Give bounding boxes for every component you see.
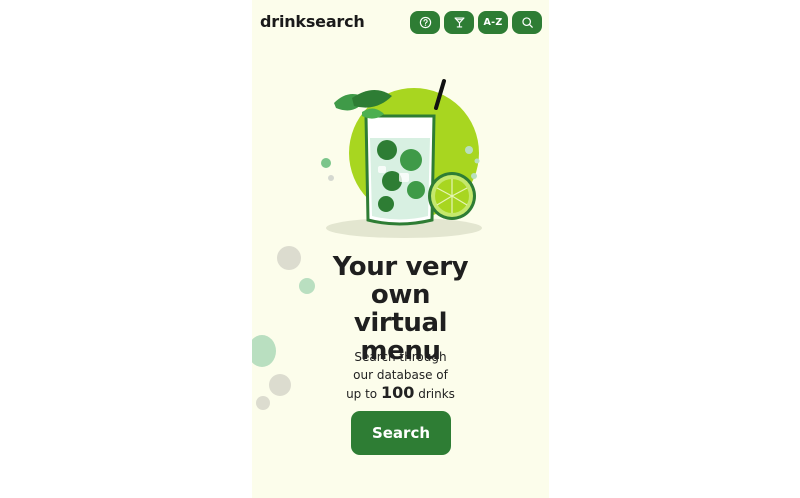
search-icon bbox=[521, 17, 533, 28]
cocktail-button[interactable] bbox=[444, 11, 474, 34]
count-prefix: up to bbox=[346, 387, 378, 401]
mojito-illustration bbox=[321, 79, 482, 238]
cocktail-glass-icon bbox=[453, 17, 465, 28]
drink-count: 100 bbox=[380, 383, 415, 402]
help-button[interactable] bbox=[410, 11, 440, 34]
search-nav-button[interactable] bbox=[512, 11, 542, 34]
brand-logo[interactable]: drinksearch bbox=[260, 12, 365, 31]
description-line: Search through bbox=[354, 350, 447, 364]
count-suffix: drinks bbox=[418, 387, 455, 401]
page-description: Search through our database of up to 100… bbox=[252, 348, 549, 403]
description-line: our database of bbox=[353, 368, 448, 382]
app-screen: drinksearch A-Z Your very own virtual me… bbox=[252, 0, 549, 498]
question-circle-icon bbox=[419, 16, 431, 29]
drink-count-line: up to 100 drinks bbox=[252, 384, 549, 403]
az-index-button[interactable]: A-Z bbox=[478, 11, 508, 34]
top-nav: A-Z bbox=[410, 11, 542, 34]
search-cta-button[interactable]: Search bbox=[351, 411, 451, 455]
